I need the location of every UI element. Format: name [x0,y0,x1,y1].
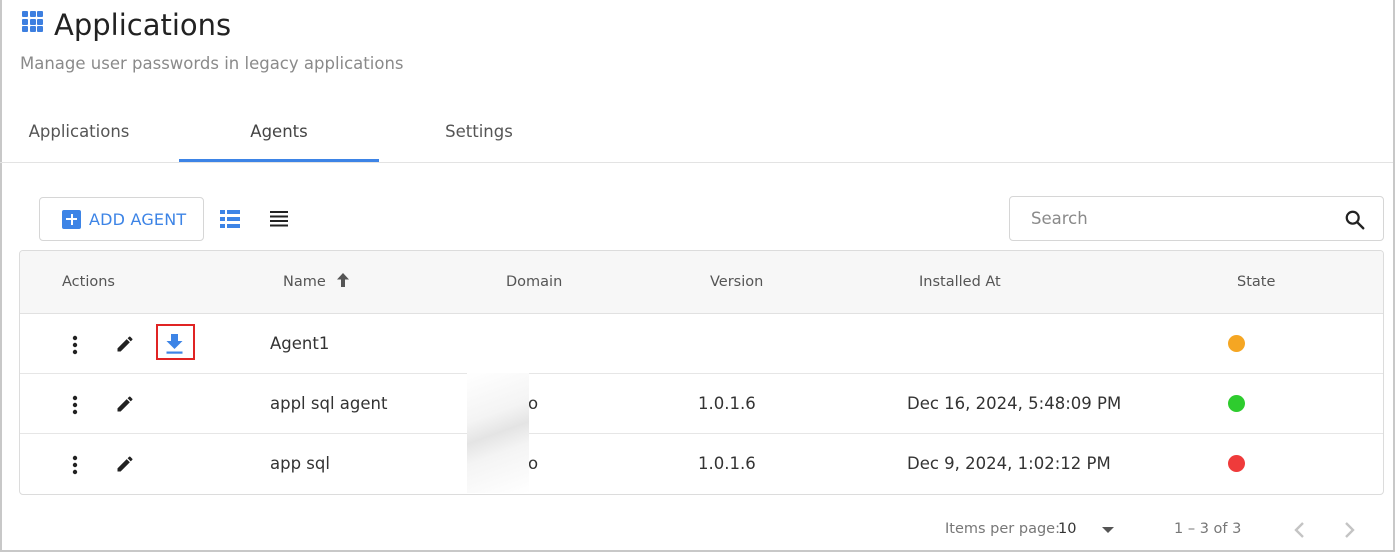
sort-ascending-icon [337,273,350,287]
add-agent-label: ADD AGENT [89,209,187,229]
page-title: Applications [54,8,232,42]
paginator: Items per page: 10 1 – 3 of 3 [0,515,1393,545]
agent-name: app sql [270,454,330,473]
edit-pencil-icon[interactable] [115,334,135,354]
state-indicator [1228,395,1245,412]
agent-name: Agent1 [270,334,330,353]
page-size-select[interactable]: 10 [1058,521,1076,537]
apps-grid-icon [22,11,44,33]
search-box [1009,196,1384,241]
table-row: appl sql agent o 1.0.1.6 Dec 16, 2024, 5… [20,374,1383,434]
add-agent-button[interactable]: ADD AGENT [39,197,204,241]
search-input[interactable] [1011,198,1331,239]
agent-version: 1.0.1.6 [698,454,756,473]
agent-installed-at: Dec 16, 2024, 5:48:09 PM [907,394,1122,413]
column-header-version[interactable]: Version [710,251,763,313]
page-header: Applications [22,8,231,42]
state-indicator [1228,335,1245,352]
state-indicator [1228,455,1245,472]
items-per-page-label: Items per page: [945,521,1060,537]
list-view-icon[interactable] [270,211,288,227]
card-view-icon[interactable] [220,210,240,228]
chevron-left-icon[interactable] [1288,518,1312,542]
tab-agents[interactable]: Agents [179,102,379,162]
column-header-state[interactable]: State [1237,251,1275,313]
active-tab-indicator [179,159,379,162]
table-row: app sql o 1.0.1.6 Dec 9, 2024, 1:02:12 P… [20,434,1383,494]
agents-table: Actions Name Domain Version Installed At… [19,250,1384,495]
column-header-actions: Actions [62,274,115,290]
agent-domain: o [528,394,539,413]
redacted-region [467,373,529,493]
column-header-name-label: Name [283,274,326,290]
agent-domain: o [528,454,539,473]
table-header: Actions Name Domain Version Installed At… [20,251,1383,314]
search-icon[interactable] [1344,209,1366,231]
plus-icon [62,209,81,229]
agent-version: 1.0.1.6 [698,394,756,413]
column-header-name[interactable]: Name [283,251,350,313]
dropdown-caret-icon[interactable] [1102,527,1114,533]
agent-installed-at: Dec 9, 2024, 1:02:12 PM [907,454,1111,473]
page-subtitle: Manage user passwords in legacy applicat… [20,54,404,73]
tab-applications[interactable]: Applications [0,102,179,162]
download-highlight-box [156,324,195,360]
table-row: Agent1 [20,314,1383,374]
page-range-label: 1 – 3 of 3 [1174,521,1242,537]
column-header-installed-at[interactable]: Installed At [919,251,1001,313]
agent-name: appl sql agent [270,394,388,413]
more-vert-icon[interactable] [71,455,79,475]
edit-pencil-icon[interactable] [115,394,135,414]
more-vert-icon[interactable] [71,395,79,415]
edit-pencil-icon[interactable] [115,454,135,474]
more-vert-icon[interactable] [71,335,79,355]
tab-bar: Applications Agents Settings [0,102,1393,163]
tab-settings[interactable]: Settings [379,102,579,162]
column-header-domain[interactable]: Domain [506,251,562,313]
chevron-right-icon[interactable] [1337,518,1361,542]
